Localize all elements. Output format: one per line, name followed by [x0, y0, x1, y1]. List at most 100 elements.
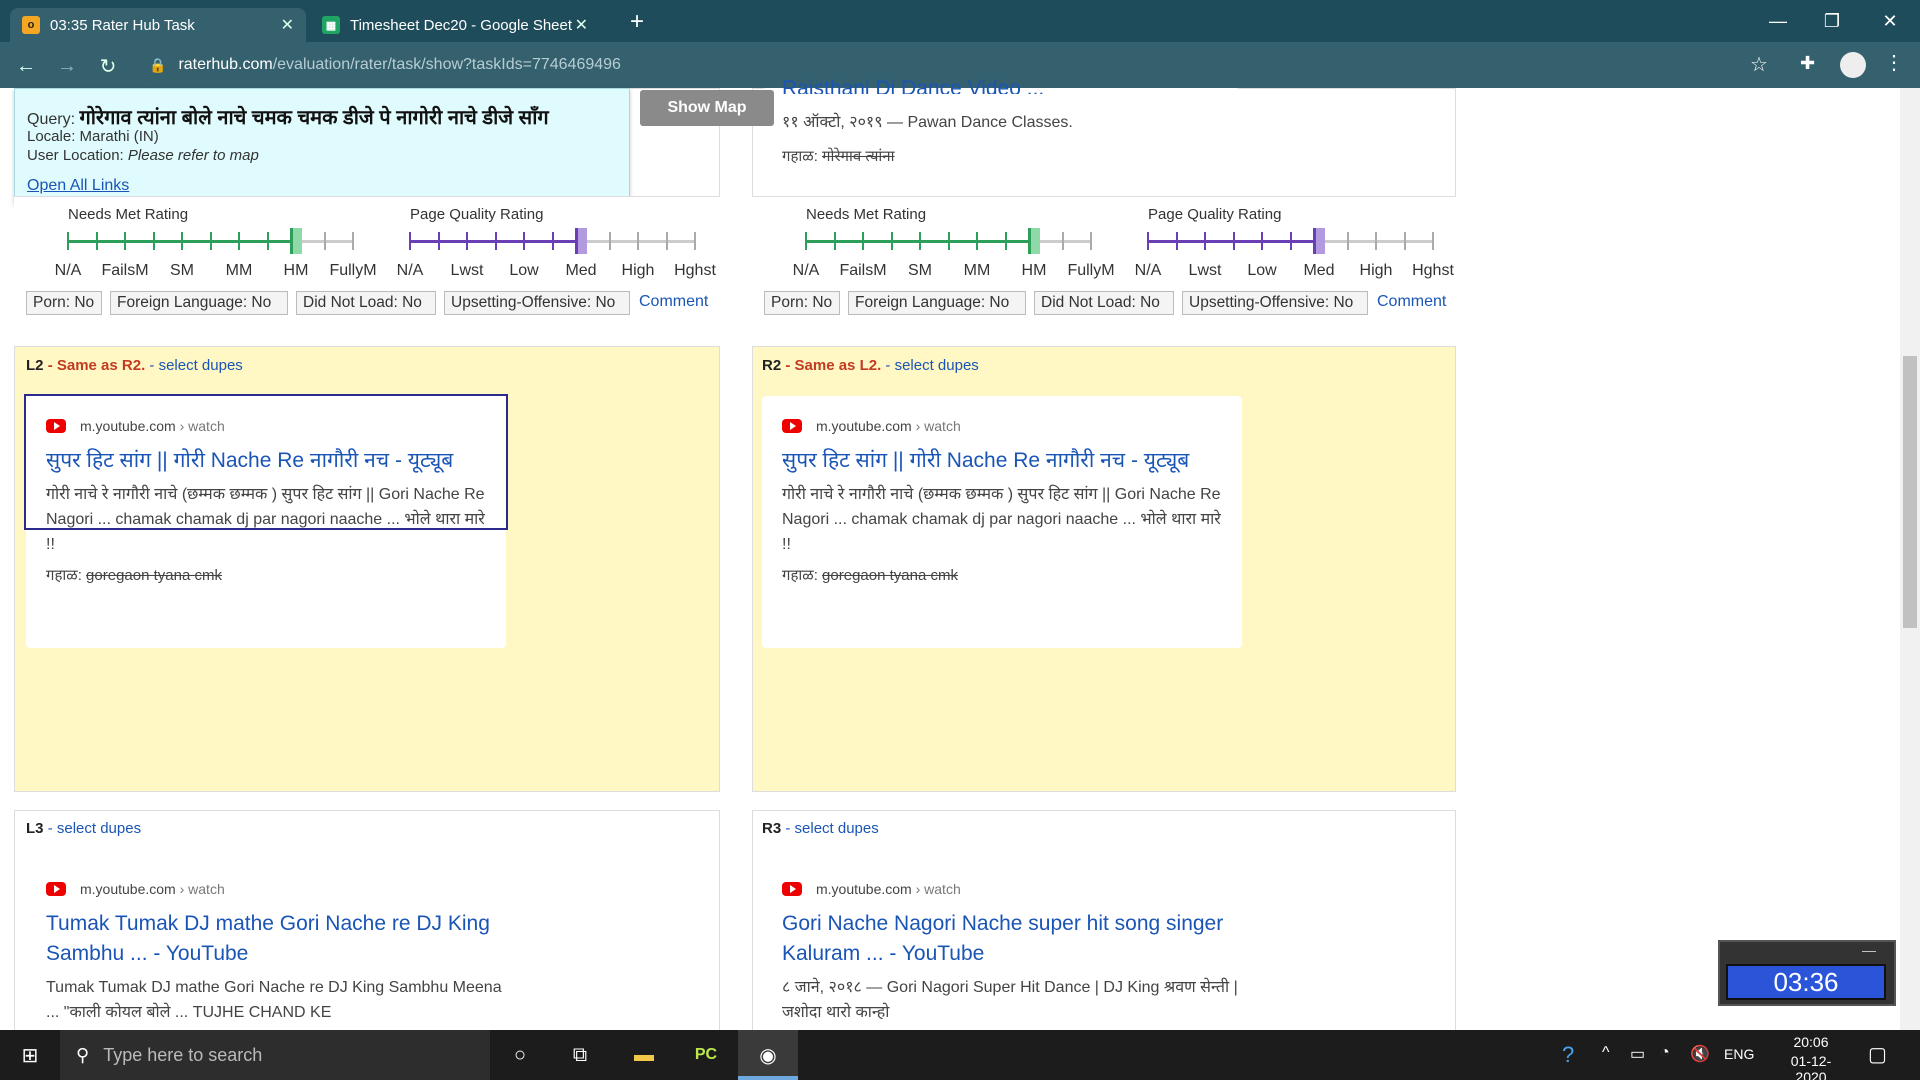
battery-icon[interactable]: ▭: [1630, 1044, 1645, 1064]
back-icon[interactable]: ←: [12, 52, 40, 80]
tab-rater-hub[interactable]: o 03:35 Rater Hub Task ✕: [10, 8, 306, 42]
taskbar-search[interactable]: ⚲ Type here to search: [60, 1030, 490, 1080]
open-all-links[interactable]: Open All Links: [27, 177, 129, 195]
page-quality-rating-label: Page Quality Rating: [410, 206, 544, 223]
page-quality-slider-handle[interactable]: [575, 228, 587, 254]
same-as-label: - Same as L2.: [785, 357, 882, 374]
locale-value: Marathi (IN): [79, 128, 159, 145]
result-title[interactable]: सुपर हिट सांग || गोरी Nache Re नागौरी नच…: [782, 446, 1222, 476]
needs-met-scale-label: N/A: [54, 262, 82, 279]
flag-select[interactable]: Foreign Language: No: [848, 291, 1026, 315]
select-dupes-link[interactable]: - select dupes: [48, 820, 141, 837]
url-host: raterhub.com: [178, 56, 273, 73]
result-title[interactable]: Rajsthani Dj Dance Video ...: [782, 74, 1044, 94]
reload-icon[interactable]: ↻: [94, 52, 122, 80]
needs-met-scale-label: FullyM: [329, 262, 377, 279]
result-snippet: ११ ऑक्टो, २०१९ — Pawan Dance Classes.: [782, 114, 1073, 131]
needs-met-slider-tick: [1090, 232, 1092, 250]
flag-select[interactable]: Did Not Load: No: [296, 291, 436, 315]
page-quality-slider-tick: [551, 232, 554, 250]
restore-icon[interactable]: ❐: [1808, 0, 1856, 42]
flag-select[interactable]: Did Not Load: No: [1034, 291, 1174, 315]
flag-select[interactable]: Foreign Language: No: [110, 291, 288, 315]
flag-select[interactable]: Upsetting-Offensive: No: [444, 291, 630, 315]
show-map-button[interactable]: Show Map: [640, 90, 774, 126]
comment-link[interactable]: Comment: [639, 293, 708, 311]
page-quality-slider-tick: [694, 232, 696, 250]
result-site: m.youtube.com: [816, 881, 912, 897]
result-title[interactable]: Gori Nache Nagori Nache super hit song s…: [782, 909, 1242, 969]
ratings-row1-left: Needs Met Rating N/A FailsM SM MM HM FullyM Pag…: [14, 196, 720, 328]
tab-timesheet[interactable]: ▦ Timesheet Dec20 - Google Sheet ✕: [310, 8, 600, 42]
notifications-icon[interactable]: ▢: [1868, 1042, 1887, 1067]
needs-met-slider-tick: [209, 232, 212, 250]
needs-met-scale-label: FullyM: [1067, 262, 1115, 279]
comment-link[interactable]: Comment: [1377, 293, 1446, 311]
show-hidden-icons-icon[interactable]: ^: [1602, 1044, 1610, 1062]
needs-met-slider-handle[interactable]: [290, 228, 302, 254]
new-tab-icon[interactable]: +: [622, 8, 652, 38]
flag-select[interactable]: Upsetting-Offensive: No: [1182, 291, 1368, 315]
scrollbar-thumb[interactable]: [1903, 356, 1917, 628]
page-quality-slider-tick: [466, 232, 468, 250]
select-dupes-link[interactable]: - select dupes: [785, 820, 878, 837]
avatar[interactable]: [1840, 52, 1866, 78]
result-site: m.youtube.com: [80, 418, 176, 434]
rater-hub-favicon-icon: o: [22, 16, 40, 34]
page-quality-slider-tick: [608, 232, 611, 250]
location-value: goregaon tyana cmk: [822, 567, 958, 584]
wifi-icon[interactable]: ◔: [1660, 1044, 1670, 1062]
minimize-icon[interactable]: —: [1754, 0, 1802, 42]
flag-select[interactable]: Porn: No: [26, 291, 102, 315]
page-quality-scale-label: Hghst: [1412, 262, 1454, 279]
page-quality-slider-tick: [1289, 232, 1292, 250]
query-label: Query:: [27, 111, 76, 128]
close-window-icon[interactable]: ✕: [1866, 0, 1914, 42]
result-body-l3: m.youtube.com › watch Tumak Tumak DJ mat…: [46, 881, 506, 1029]
page-quality-slider-handle[interactable]: [1313, 228, 1325, 254]
select-dupes-link[interactable]: - select dupes: [149, 357, 242, 374]
file-explorer-icon[interactable]: ▬: [614, 1030, 674, 1080]
pycharm-icon[interactable]: PC: [676, 1030, 736, 1080]
needs-met-slider-handle[interactable]: [1028, 228, 1040, 254]
result-title[interactable]: Tumak Tumak DJ mathe Gori Nache re DJ Ki…: [46, 909, 506, 969]
forward-icon[interactable]: →: [53, 52, 81, 80]
result-body-r3: m.youtube.com › watch Gori Nache Nagori …: [782, 881, 1242, 1029]
needs-met-slider-tick: [323, 232, 326, 250]
task-view-icon[interactable]: ⧉: [550, 1030, 610, 1080]
page-quality-slider-tick: [409, 232, 411, 250]
help-icon[interactable]: ?: [1562, 1042, 1574, 1068]
timer-minimize-icon[interactable]: —: [1862, 942, 1876, 958]
needs-met-scale-label: HM: [1021, 262, 1047, 279]
volume-muted-icon[interactable]: 🔇: [1690, 1044, 1710, 1064]
needs-met-slider-tick: [805, 232, 807, 250]
page-quality-slider-tick: [1175, 232, 1178, 250]
page-quality-slider-tick: [437, 232, 440, 250]
result-id: R3: [762, 820, 782, 837]
result-title[interactable]: सुपर हिट सांग || गोरी Nache Re नागौरी नच…: [46, 446, 486, 476]
select-dupes-link[interactable]: - select dupes: [885, 357, 978, 374]
bookmark-star-icon[interactable]: ☆: [1750, 52, 1768, 77]
windows-start-icon[interactable]: ⊞: [0, 1030, 60, 1080]
tab-title: 03:35 Rater Hub Task: [50, 16, 195, 34]
page-quality-slider-tick: [637, 232, 639, 250]
page-quality-slider-tick: [1346, 232, 1349, 250]
lock-icon: 🔒: [149, 56, 167, 73]
menu-icon[interactable]: ⋮: [1884, 50, 1904, 75]
chrome-icon[interactable]: ◉: [738, 1030, 798, 1080]
cortana-icon[interactable]: ○: [490, 1030, 550, 1080]
result-breadcrumb: › watch: [179, 881, 225, 897]
clock[interactable]: 20:06 01-12-2020: [1776, 1034, 1846, 1080]
location-label: गहाळ:: [782, 567, 818, 584]
page-quality-slider-tick: [665, 232, 668, 250]
locale-label: Locale:: [27, 128, 76, 145]
extensions-icon[interactable]: ✚: [1800, 53, 1815, 74]
query-box: Query: गोरेगाव त्यांना बोले नाचे चमक चमक…: [14, 88, 630, 204]
needs-met-slider-tick: [238, 232, 240, 250]
flag-select[interactable]: Porn: No: [764, 291, 840, 315]
active-app-indicator: [738, 1076, 798, 1080]
close-tab-icon[interactable]: ✕: [575, 15, 588, 35]
language-indicator[interactable]: ENG: [1724, 1046, 1754, 1062]
page-quality-slider-tick: [1261, 232, 1263, 250]
close-tab-icon[interactable]: ✕: [281, 15, 294, 35]
